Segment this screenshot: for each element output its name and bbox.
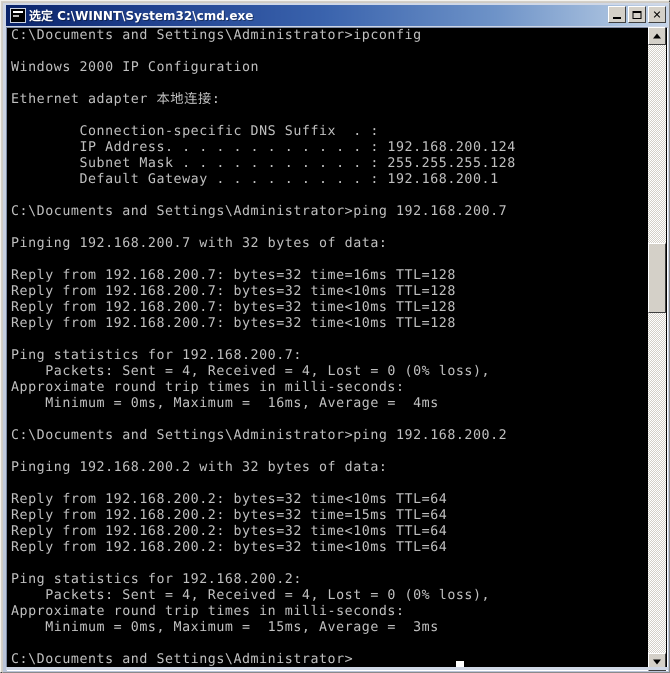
console-line: Default Gateway . . . . . . . . . : 192.… [11, 172, 499, 187]
window-title: 选定 C:\WINNT\System32\cmd.exe [29, 9, 254, 23]
console-line: Ethernet adapter 本地连接: [11, 92, 221, 107]
cmd-console-icon[interactable] [10, 8, 26, 23]
window-inner-frame: 选定 C:\WINNT\System32\cmd.exe ✕ C:\Docume… [2, 2, 670, 673]
console-line: Packets: Sent = 4, Received = 4, Lost = … [11, 364, 491, 379]
window-controls: ✕ [608, 5, 666, 24]
console-line: Ping statistics for 192.168.200.2: [11, 572, 302, 587]
console-line: C:\Documents and Settings\Administrator>… [11, 428, 508, 443]
console-line: Approximate round trip times in milli-se… [11, 604, 405, 619]
scroll-up-button[interactable] [648, 27, 666, 45]
console-line: C:\Documents and Settings\Administrator>… [11, 204, 508, 219]
scrollbar-thumb[interactable] [648, 243, 666, 313]
maximize-icon [632, 10, 642, 19]
window-bottom-edge [6, 667, 668, 670]
scroll-down-arrow-icon [653, 659, 661, 665]
console-line: Approximate round trip times in milli-se… [11, 380, 405, 395]
console-line: C:\Documents and Settings\Administrator>… [11, 28, 422, 43]
console-line: Ping statistics for 192.168.200.7: [11, 348, 302, 363]
console-line: Reply from 192.168.200.2: bytes=32 time<… [11, 524, 448, 539]
title-bar[interactable]: 选定 C:\WINNT\System32\cmd.exe [6, 5, 668, 26]
console-line: Minimum = 0ms, Maximum = 15ms, Average =… [11, 620, 439, 635]
console-output-area[interactable]: C:\Documents and Settings\Administrator>… [6, 27, 668, 671]
console-line: Reply from 192.168.200.2: bytes=32 time<… [11, 492, 448, 507]
console-line: Minimum = 0ms, Maximum = 16ms, Average =… [11, 396, 439, 411]
console-line: Reply from 192.168.200.7: bytes=32 time<… [11, 316, 456, 331]
console-line: Connection-specific DNS Suffix . : [11, 124, 379, 139]
console-line: Reply from 192.168.200.7: bytes=32 time=… [11, 268, 456, 283]
scroll-up-arrow-icon [653, 33, 661, 39]
vertical-scrollbar[interactable] [648, 27, 666, 671]
console-line: IP Address. . . . . . . . . . . . : 192.… [11, 140, 516, 155]
console-line: Reply from 192.168.200.7: bytes=32 time<… [11, 284, 456, 299]
close-icon: ✕ [652, 8, 662, 21]
command-prompt-window: 选定 C:\WINNT\System32\cmd.exe ✕ C:\Docume… [0, 0, 670, 673]
console-line: Reply from 192.168.200.2: bytes=32 time<… [11, 540, 448, 555]
minimize-icon [613, 17, 621, 19]
console-line: Reply from 192.168.200.2: bytes=32 time=… [11, 508, 448, 523]
console-line: Windows 2000 IP Configuration [11, 60, 260, 75]
maximize-button[interactable] [628, 6, 646, 23]
console-line: Pinging 192.168.200.2 with 32 bytes of d… [11, 460, 388, 475]
console-text: C:\Documents and Settings\Administrator>… [11, 28, 641, 668]
console-line: Pinging 192.168.200.7 with 32 bytes of d… [11, 236, 388, 251]
console-line: Packets: Sent = 4, Received = 4, Lost = … [11, 588, 491, 603]
close-button[interactable]: ✕ [648, 6, 666, 23]
console-line: Subnet Mask . . . . . . . . . . . : 255.… [11, 156, 516, 171]
minimize-button[interactable] [608, 6, 626, 23]
console-line: Reply from 192.168.200.7: bytes=32 time<… [11, 300, 456, 315]
console-line: C:\Documents and Settings\Administrator> [11, 652, 354, 667]
